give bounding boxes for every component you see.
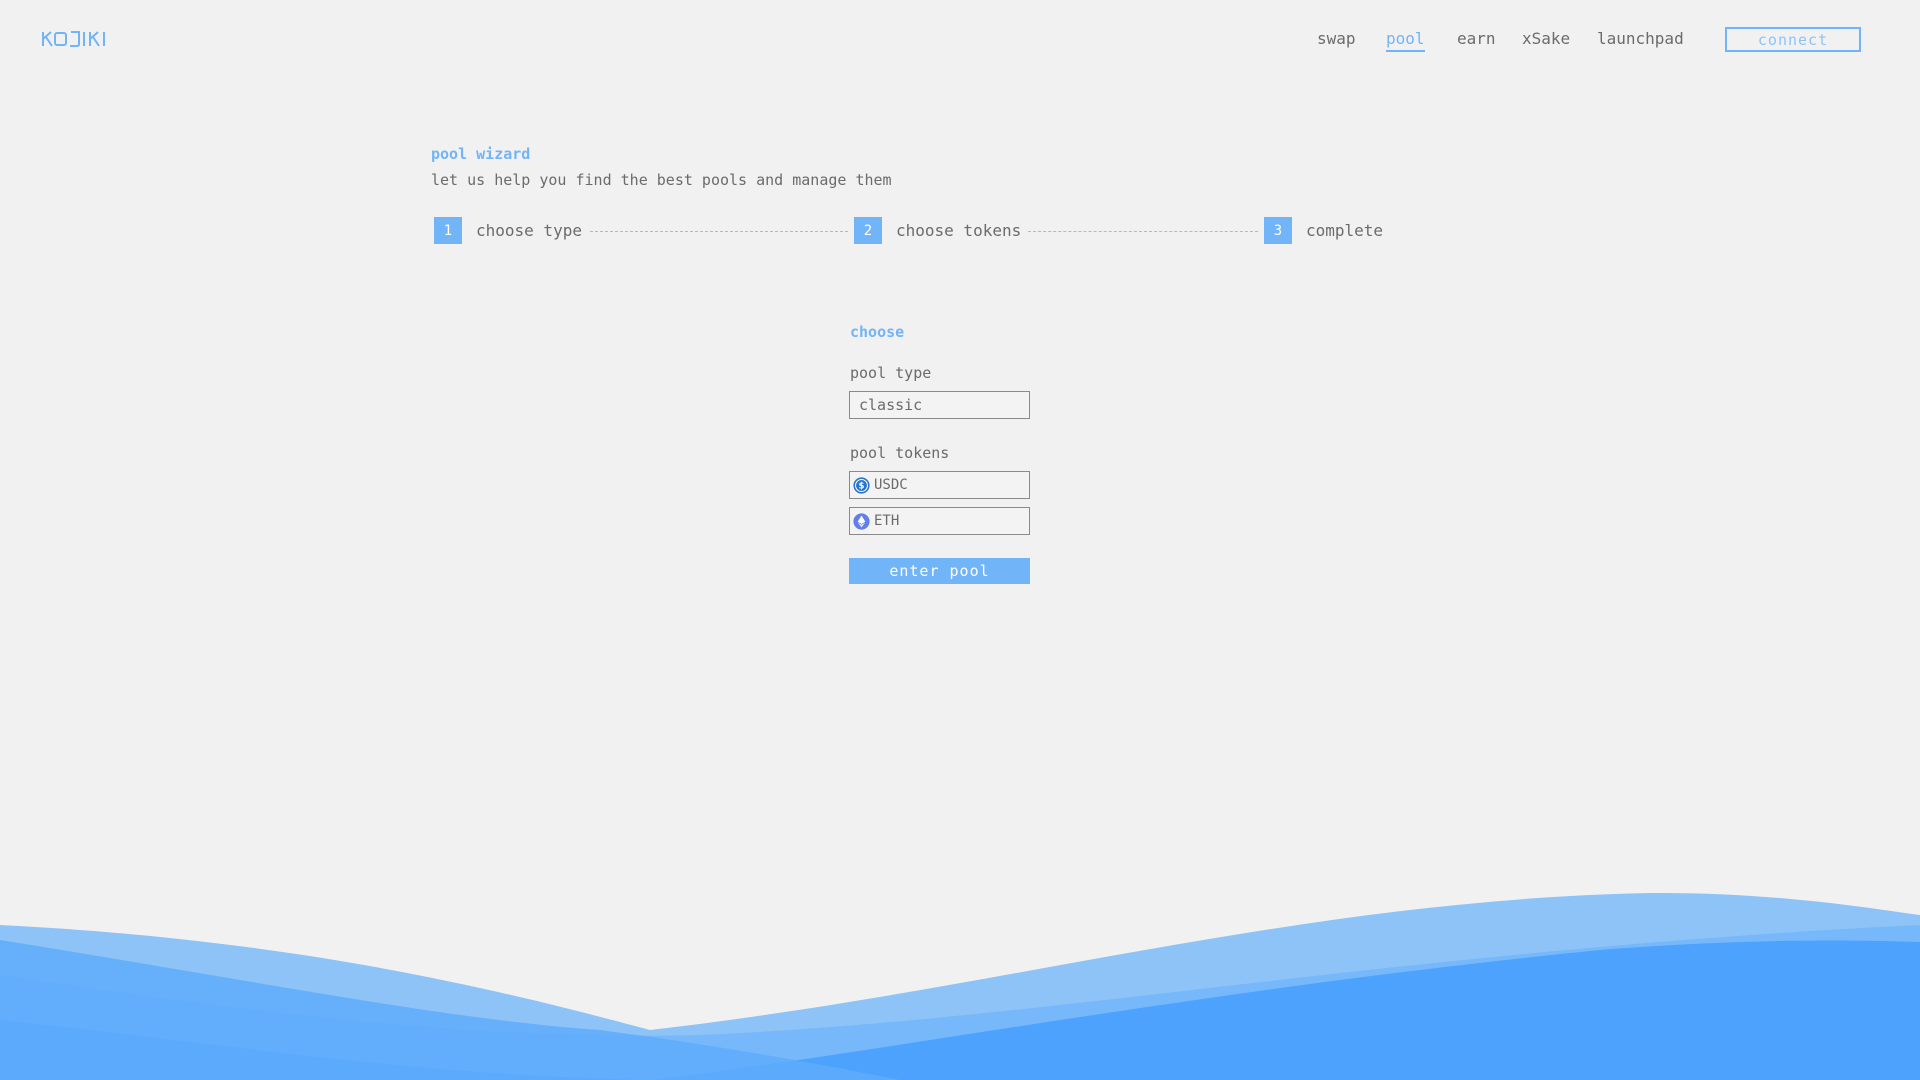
svg-text:$: $ — [859, 481, 865, 491]
decorative-waves — [0, 892, 1920, 1080]
nav-xsake[interactable]: xSake — [1522, 29, 1570, 48]
token-select-eth[interactable]: ETH — [849, 507, 1030, 535]
nav-pool[interactable]: pool — [1386, 29, 1425, 52]
step-connector-2 — [1028, 231, 1258, 232]
step-2-number[interactable]: 2 — [854, 217, 882, 244]
pool-type-label: pool type — [850, 364, 932, 382]
nav-launchpad[interactable]: launchpad — [1597, 29, 1684, 48]
pool-type-select[interactable]: classic — [849, 391, 1030, 419]
pool-type-value: classic — [859, 396, 923, 414]
page: swap pool earn xSake launchpad connect p… — [0, 0, 1920, 1080]
kojiki-logo[interactable] — [41, 27, 111, 51]
step-2-label: choose tokens — [896, 221, 1022, 240]
step-connector-1 — [590, 231, 848, 232]
token-select-usdc[interactable]: $ USDC — [849, 471, 1030, 499]
pool-tokens-label: pool tokens — [850, 444, 950, 462]
step-1-number[interactable]: 1 — [434, 217, 462, 244]
token-symbol-eth: ETH — [874, 513, 900, 529]
eth-icon — [853, 512, 870, 530]
wizard-subtitle: let us help you find the best pools and … — [431, 171, 892, 189]
token-symbol-usdc: USDC — [874, 477, 908, 493]
nav-swap[interactable]: swap — [1317, 29, 1356, 48]
step-1-label: choose type — [476, 221, 582, 240]
nav-pool-label: pool — [1386, 29, 1425, 48]
usdc-icon: $ — [853, 476, 870, 494]
nav-active-underline — [1386, 50, 1425, 52]
form-title: choose — [850, 323, 905, 341]
step-3-label: complete — [1306, 221, 1384, 240]
connect-button[interactable]: connect — [1725, 27, 1861, 52]
nav-earn[interactable]: earn — [1457, 29, 1496, 48]
step-3-number[interactable]: 3 — [1264, 217, 1292, 244]
enter-pool-button[interactable]: enter pool — [849, 558, 1030, 584]
wizard-title: pool wizard — [431, 145, 531, 163]
